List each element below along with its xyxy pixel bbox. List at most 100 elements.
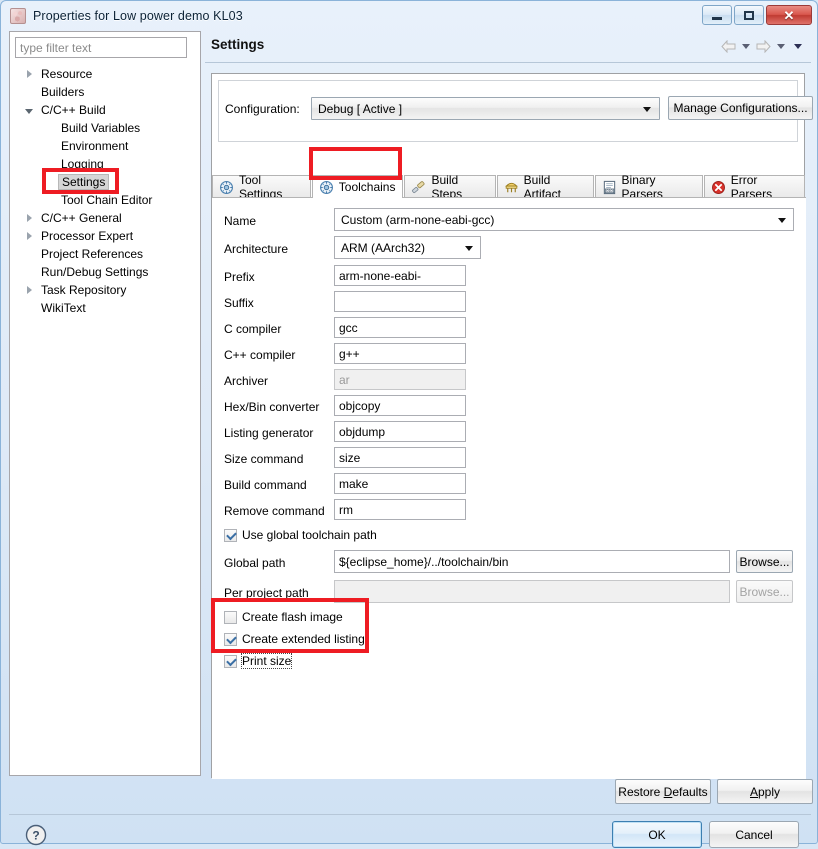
- sidebar-item-run-debug-settings[interactable]: Run/Debug Settings: [10, 263, 200, 281]
- remove-command-label-row: Remove command: [224, 500, 325, 522]
- sidebar-item-tool-chain-editor[interactable]: Tool Chain Editor: [10, 191, 200, 209]
- tab-toolchains[interactable]: Toolchains: [311, 175, 404, 198]
- manage-configurations-button[interactable]: Manage Configurations...: [668, 96, 813, 120]
- print-size-label: Print size: [240, 653, 293, 669]
- sidebar-item-builders[interactable]: Builders: [10, 83, 200, 101]
- hexbin-converter-input[interactable]: [334, 395, 466, 416]
- chevron-right-icon[interactable]: [20, 286, 38, 294]
- size-command-input[interactable]: [334, 447, 466, 468]
- window-title: Properties for Low power demo KL03: [33, 9, 243, 23]
- sidebar-item-c-c-general[interactable]: C/C++ General: [10, 209, 200, 227]
- close-icon: ✕: [783, 7, 795, 23]
- toolchains-panel: Name Custom (arm-none-eabi-gcc) Architec…: [212, 197, 806, 779]
- build-command-input[interactable]: [334, 473, 466, 494]
- settings-tree: Resource Builders C/C++ Build Build Variabl…: [10, 65, 200, 317]
- suffix-input[interactable]: [334, 291, 466, 312]
- build-artifact-icon: [504, 180, 519, 195]
- sidebar-item-logging[interactable]: Logging: [10, 155, 200, 173]
- sidebar-item-task-repository[interactable]: Task Repository: [10, 281, 200, 299]
- eclipse-project-icon: [10, 8, 26, 24]
- help-icon[interactable]: ?: [25, 824, 47, 846]
- global-path-label: Global path: [224, 556, 286, 570]
- toolchain-name-value: Custom (arm-none-eabi-gcc): [341, 212, 495, 227]
- configuration-combo[interactable]: Debug [ Active ]: [311, 97, 660, 120]
- header-divider: [205, 62, 811, 63]
- tab-error-parsers[interactable]: Error Parsers: [703, 173, 805, 201]
- architecture-dropdown[interactable]: ARM (AArch32): [334, 236, 481, 259]
- sidebar-item-resource[interactable]: Resource: [10, 65, 200, 83]
- sidebar-item-label: Task Repository: [41, 283, 127, 297]
- size-command-label-row: Size command: [224, 448, 303, 470]
- listing-generator-label: Listing generator: [224, 426, 314, 440]
- forward-dropdown-icon[interactable]: [777, 44, 785, 49]
- cpp-compiler-input[interactable]: [334, 343, 466, 364]
- apply-label: Apply: [749, 784, 781, 799]
- page-action-buttons: Restore Defaults Apply: [205, 779, 813, 807]
- sidebar-item-label: C/C++ Build: [41, 103, 106, 117]
- sidebar-item-environment[interactable]: Environment: [10, 137, 200, 155]
- page-menu-icon[interactable]: [794, 44, 802, 49]
- minimize-button[interactable]: [702, 5, 732, 25]
- tab-tool-settings[interactable]: Tool Settings: [212, 173, 311, 201]
- sidebar-item-processor-expert[interactable]: Processor Expert: [10, 227, 200, 245]
- sidebar-item-build-variables[interactable]: Build Variables: [10, 119, 200, 137]
- sidebar-item-project-references[interactable]: Project References: [10, 245, 200, 263]
- forward-arrow-icon[interactable]: [756, 40, 771, 53]
- prefix-input[interactable]: [334, 265, 466, 286]
- sidebar-item-label: Settings: [58, 173, 110, 190]
- checkbox-icon[interactable]: [224, 632, 237, 646]
- maximize-button[interactable]: [734, 5, 764, 25]
- close-button[interactable]: ✕: [766, 5, 812, 25]
- print-size-checkbox-row[interactable]: Print size: [224, 652, 293, 670]
- hexbin-label-row: Hex/Bin converter: [224, 396, 319, 418]
- use-global-toolchain-path-checkbox-row[interactable]: Use global toolchain path: [224, 526, 377, 544]
- restore-defaults-button[interactable]: Restore Defaults: [615, 779, 711, 804]
- archiver-label-row: Archiver: [224, 370, 268, 392]
- create-flash-image-checkbox-row[interactable]: Create flash image: [224, 608, 343, 626]
- back-dropdown-icon[interactable]: [742, 44, 750, 49]
- suffix-label: Suffix: [224, 296, 254, 310]
- title-bar: Properties for Low power demo KL03 ✕: [1, 1, 817, 31]
- global-path-input[interactable]: [334, 550, 730, 573]
- page-title: Settings: [211, 37, 265, 52]
- create-extended-listing-label: Create extended listing: [242, 632, 365, 646]
- window-controls: ✕: [702, 5, 812, 25]
- footer-divider: [9, 814, 811, 815]
- settings-content: Configuration: Debug [ Active ] Manage C…: [211, 73, 813, 779]
- tab-build-artifact[interactable]: Build Artifact: [496, 173, 594, 201]
- cpp-compiler-label: C++ compiler: [224, 348, 296, 362]
- c-compiler-input[interactable]: [334, 317, 466, 338]
- configuration-group: Configuration: Debug [ Active ] Manage C…: [218, 80, 813, 142]
- name-label: Name: [224, 214, 257, 228]
- checkbox-icon[interactable]: [224, 654, 237, 668]
- tab-build-steps[interactable]: Build Steps: [404, 173, 496, 201]
- chevron-right-icon[interactable]: [20, 232, 38, 240]
- build-command-label: Build command: [224, 478, 307, 492]
- sidebar-item-wikitext[interactable]: WikiText: [10, 299, 200, 317]
- minimize-icon: [712, 16, 722, 20]
- create-extended-listing-checkbox-row[interactable]: Create extended listing: [224, 630, 365, 648]
- sidebar-item-label: Build Variables: [61, 121, 141, 135]
- sidebar-item-label: Tool Chain Editor: [61, 193, 153, 207]
- chevron-right-icon[interactable]: [20, 214, 38, 222]
- back-arrow-icon[interactable]: [721, 40, 736, 53]
- settings-tree-panel: Resource Builders C/C++ Build Build Variabl…: [9, 31, 201, 776]
- tab-binary-parsers[interactable]: 010 Binary Parsers: [594, 173, 703, 201]
- c-compiler-label-row: C compiler: [224, 318, 281, 340]
- listing-generator-input[interactable]: [334, 421, 466, 442]
- global-path-browse-button[interactable]: Browse...: [736, 550, 793, 573]
- checkbox-icon[interactable]: [224, 610, 237, 624]
- toolchain-name-dropdown[interactable]: Custom (arm-none-eabi-gcc): [334, 208, 794, 231]
- apply-button[interactable]: Apply: [717, 779, 813, 804]
- archiver-input: [334, 369, 466, 390]
- chevron-right-icon[interactable]: [20, 70, 38, 78]
- chevron-down-icon[interactable]: [20, 106, 38, 114]
- remove-command-label: Remove command: [224, 504, 325, 518]
- sidebar-item-c-c-build[interactable]: C/C++ Build: [10, 101, 200, 119]
- checkbox-icon[interactable]: [224, 528, 237, 542]
- remove-command-input[interactable]: [334, 499, 466, 520]
- global-path-label-row: Global path: [224, 552, 285, 574]
- search-input[interactable]: [15, 37, 187, 58]
- sidebar-item-settings[interactable]: Settings: [10, 173, 200, 191]
- prefix-label-row: Prefix: [224, 266, 255, 288]
